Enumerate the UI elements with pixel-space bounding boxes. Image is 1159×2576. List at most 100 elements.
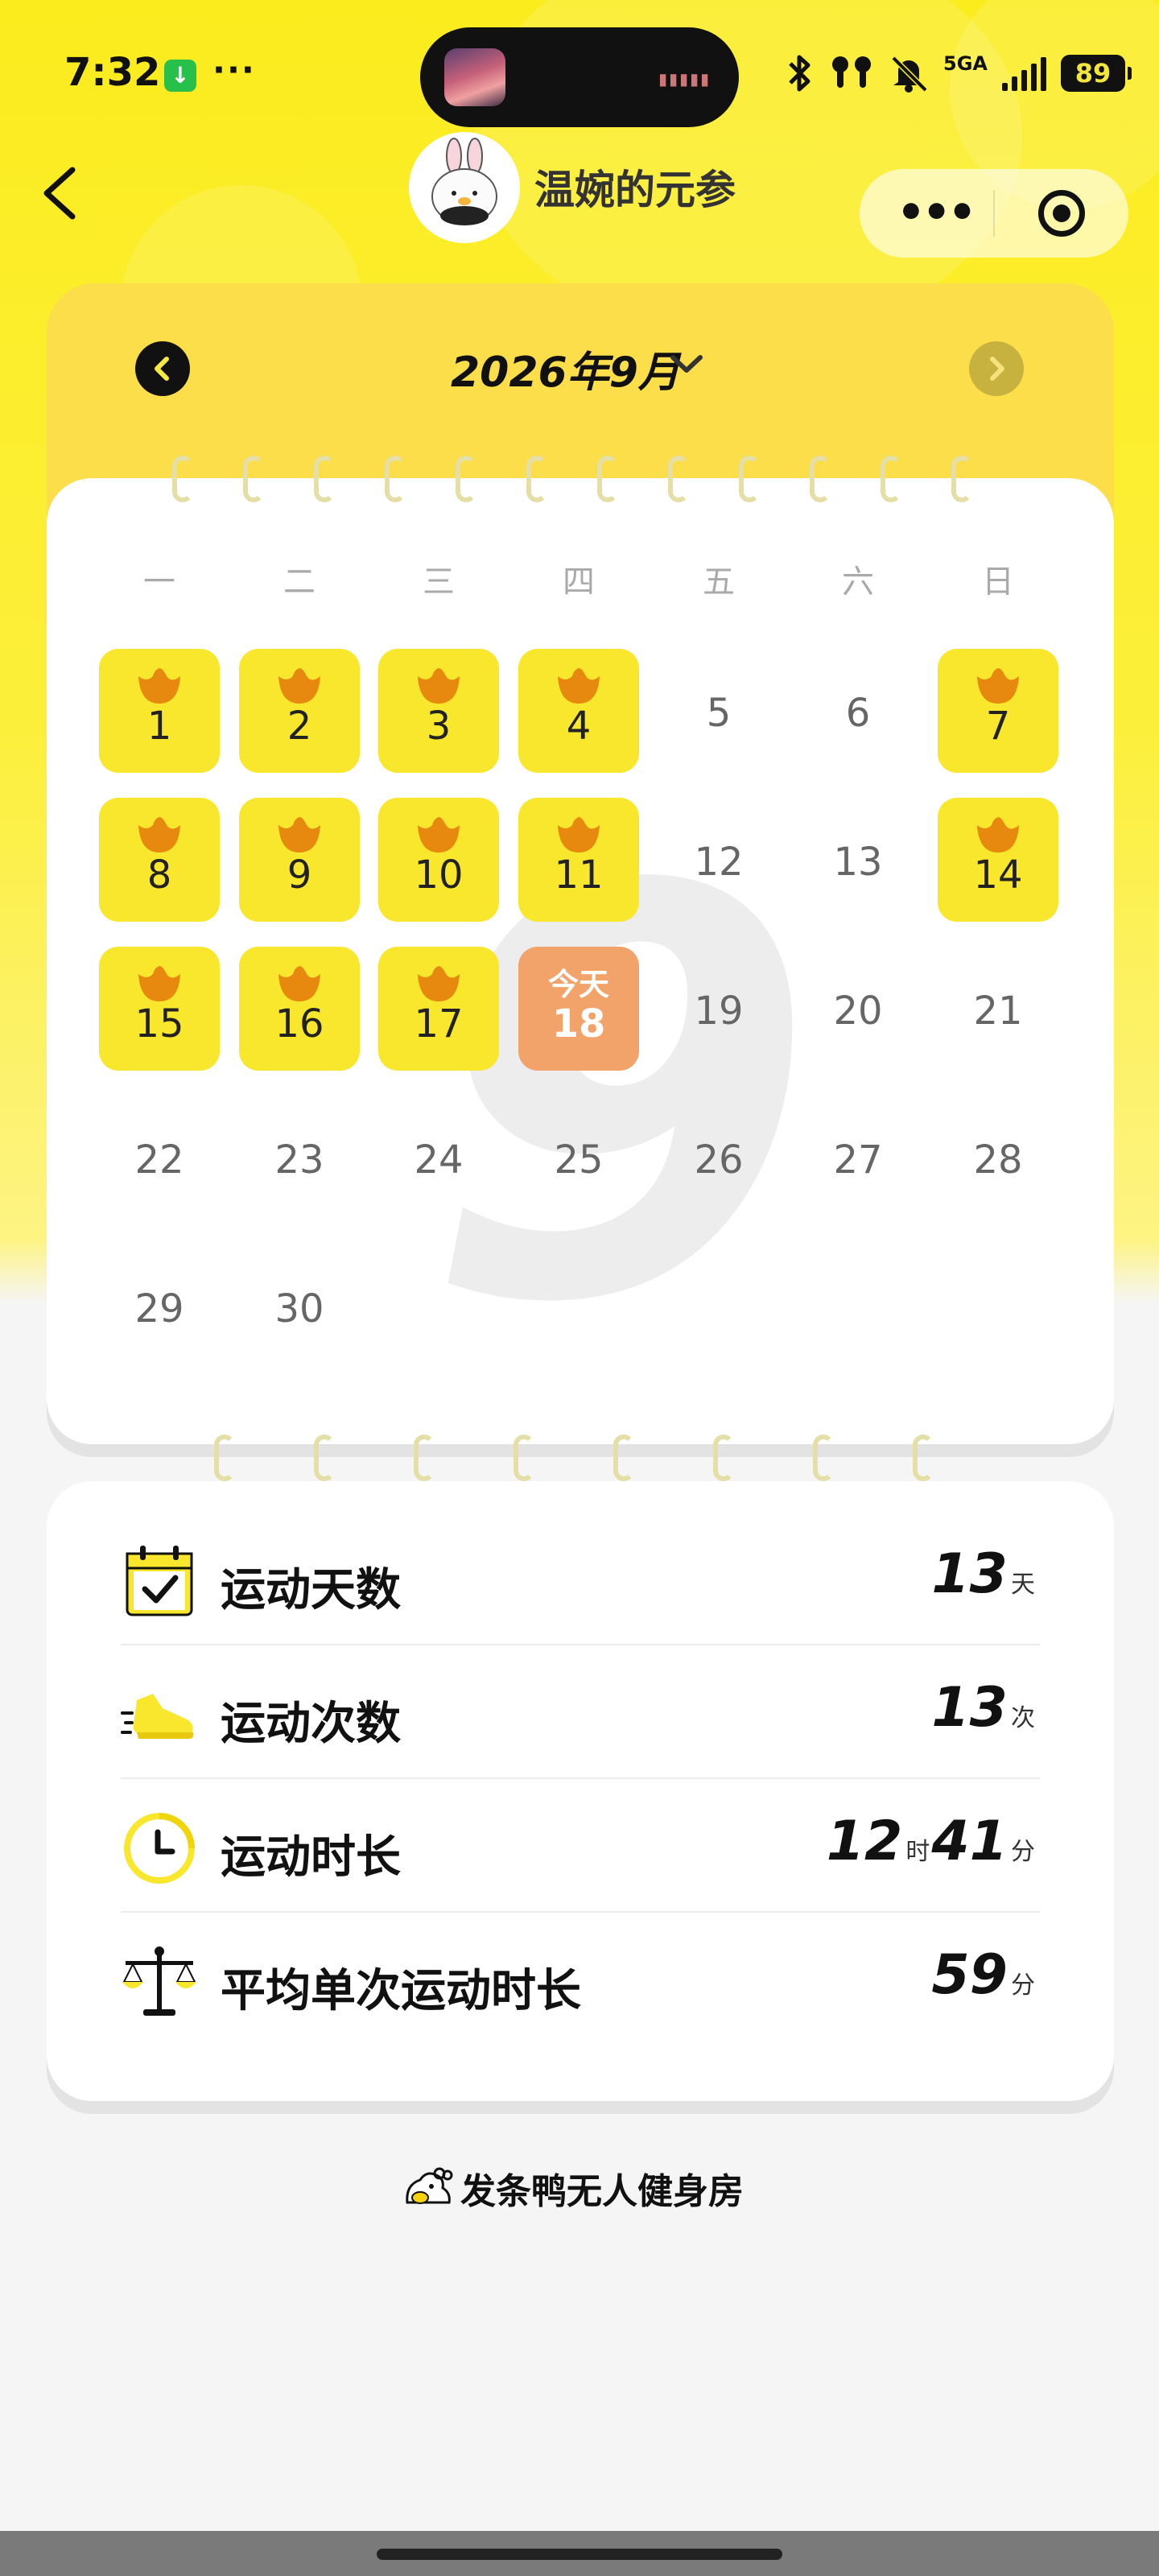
binder-ring [414,1435,435,1481]
day-cell-checked[interactable]: 14 [938,798,1058,922]
day-cell-checked[interactable]: 8 [99,798,220,922]
network-type: 5GA [943,52,988,75]
day-cell-checked[interactable]: 16 [239,947,360,1071]
more-menu-button[interactable]: ••• [897,187,976,239]
duck-checkin-icon [135,667,184,707]
day-cell[interactable]: 27 [798,1096,918,1220]
day-number: 28 [973,1137,1023,1183]
day-cell-checked[interactable]: 3 [378,649,499,773]
duck-checkin-icon [555,667,603,707]
day-cell[interactable]: 13 [798,798,918,922]
battery-icon: 89 [1060,55,1132,92]
day-number: 8 [146,852,172,898]
duck-checkin-icon [415,964,463,1005]
day-number: 17 [414,1001,464,1046]
binder-ring [214,1435,235,1481]
weekday-label: 日 [982,564,1014,601]
weekday-label: 四 [563,564,595,601]
weekday-label: 六 [842,564,874,601]
balance-scale-icon [121,1943,198,2021]
stat-unit: 天 [1011,1571,1035,1599]
day-number: 23 [274,1137,324,1183]
stat-row-exercise-duration: 运动时长 12 时 41 分 [121,1779,1040,1913]
duck-checkin-icon [974,667,1022,707]
day-cell[interactable]: 29 [99,1245,220,1368]
day-cell-checked[interactable]: 2 [239,649,360,773]
month-dropdown-button[interactable] [666,353,707,377]
chevron-left-icon [155,357,169,381]
binder-ring [526,456,547,502]
day-cell-checked[interactable]: 15 [99,947,220,1071]
chevron-left-icon [43,167,76,220]
calendar-check-icon [121,1542,198,1620]
close-miniprogram-button[interactable] [1038,190,1085,237]
next-month-button[interactable] [969,341,1024,396]
day-cell[interactable]: 22 [99,1096,220,1220]
day-number: 22 [134,1137,184,1183]
day-cell-today[interactable]: 今天 18 [518,947,639,1071]
binder-ring [881,456,901,502]
day-cell-checked[interactable]: 17 [378,947,499,1071]
stat-row-exercise-count: 运动次数 13 次 [121,1645,1040,1779]
day-cell[interactable]: 12 [658,798,779,922]
day-cell-checked[interactable]: 4 [518,649,639,773]
day-cell[interactable]: 24 [378,1096,499,1220]
home-indicator[interactable] [377,2549,782,2560]
bluetooth-icon [789,55,810,92]
day-number: 15 [134,1001,184,1046]
prev-month-button[interactable] [135,341,190,396]
day-cell[interactable]: 26 [658,1096,779,1220]
stat-hours: 12 [826,1810,903,1873]
day-cell-checked[interactable]: 1 [99,649,220,773]
day-cell-checked[interactable]: 11 [518,798,639,922]
stat-row-average-duration: 平均单次运动时长 59 分 [121,1913,1040,2046]
avatar[interactable] [409,132,520,243]
stat-unit: 分 [1011,1971,1035,2000]
day-number: 9 [287,852,312,898]
dynamic-island[interactable]: ▮▮▮▮▮ [420,27,739,127]
stat-number: 59 [931,1943,1008,2007]
duck-checkin-icon [974,815,1022,856]
day-cell[interactable]: 19 [658,947,779,1071]
day-cell-checked[interactable]: 7 [938,649,1058,773]
day-cell-checked[interactable]: 10 [378,798,499,922]
day-number: 14 [973,852,1023,898]
back-button[interactable] [35,157,84,229]
binder-ring [514,1435,534,1481]
stat-unit: 次 [1011,1704,1035,1732]
weekday-label: 三 [423,564,455,601]
binder-ring [314,456,335,502]
day-number: 30 [274,1286,324,1331]
stat-value: 59 分 [931,1943,1037,2007]
binder-ring [385,456,406,502]
month-title[interactable]: 2026年9月 [451,338,680,398]
day-cell[interactable]: 6 [798,649,918,773]
binder-ring [913,1435,934,1481]
duck-checkin-icon [275,964,324,1005]
day-cell-checked[interactable]: 9 [239,798,360,922]
day-cell[interactable]: 20 [798,947,918,1071]
stat-minutes-unit: 分 [1011,1838,1035,1866]
binder-ring [613,1435,634,1481]
day-cell[interactable]: 30 [239,1245,360,1368]
today-label: 今天 [547,967,609,1002]
stat-label: 平均单次运动时长 [221,1965,581,2017]
day-number: 4 [566,704,592,749]
stat-hours-unit: 时 [905,1838,930,1866]
day-cell[interactable]: 5 [658,649,779,773]
day-cell[interactable]: 21 [938,947,1058,1071]
status-time: 7:32 [64,50,161,95]
day-number: 12 [694,840,744,885]
brand-name: 发条鸭无人健身房 [460,2171,744,2212]
day-cell[interactable]: 25 [518,1096,639,1220]
weekday-header: 一二三四五六日 [47,555,1114,604]
day-number: 29 [134,1286,184,1331]
day-cell[interactable]: 28 [938,1096,1058,1220]
status-more-icon: ··· [212,50,256,89]
binder-ring [243,456,264,502]
day-cell[interactable]: 23 [239,1096,360,1220]
earbuds-icon [832,56,871,88]
day-number: 26 [694,1137,744,1183]
duck-checkin-icon [275,815,324,856]
stat-label: 运动时长 [221,1831,401,1884]
